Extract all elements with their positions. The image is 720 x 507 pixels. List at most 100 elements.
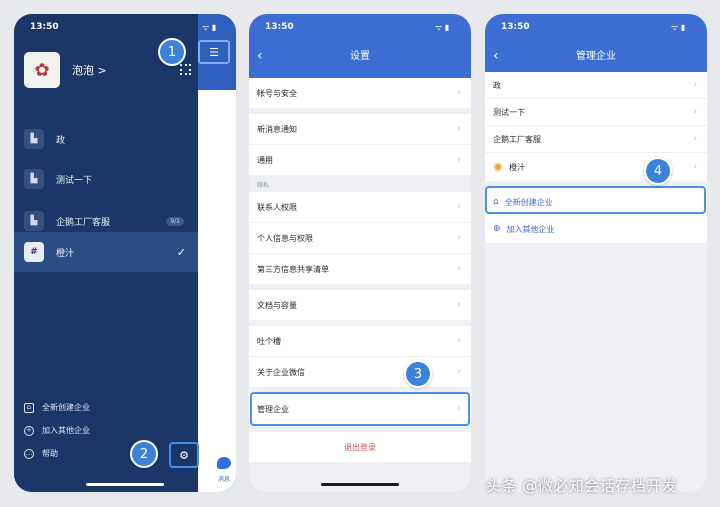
chevron-right-icon: › bbox=[693, 134, 697, 144]
highlight-manage-org bbox=[250, 392, 470, 426]
settings-row-personal-info[interactable]: 个人信息与权限 › bbox=[249, 223, 471, 253]
step-badge-1: 1 bbox=[158, 38, 186, 66]
unread-badge: 9/1 bbox=[166, 216, 184, 226]
org-item-test[interactable]: ▙ 测试一下 bbox=[14, 160, 198, 198]
help-link[interactable]: … 帮助 bbox=[24, 448, 58, 459]
org-label: 测试一下 bbox=[56, 175, 93, 186]
settings-row-about[interactable]: 关于企业微信 › bbox=[249, 357, 471, 387]
chevron-right-icon: › bbox=[693, 107, 697, 117]
watermark: 头条 @微必知会话存档开发 bbox=[486, 477, 678, 495]
chevron-right-icon: › bbox=[457, 155, 461, 165]
signal-icons: ᯤ ▮ bbox=[435, 23, 450, 32]
profile-header[interactable]: ✿ 泡泡 > bbox=[24, 52, 107, 88]
chevron-right-icon: › bbox=[457, 88, 461, 98]
row-label: 帐号与安全 bbox=[257, 88, 297, 98]
step-badge-2: 2 bbox=[130, 440, 158, 468]
join-org-link[interactable]: + 加入其他企业 bbox=[24, 425, 90, 436]
chevron-right-icon: › bbox=[457, 202, 461, 212]
row-label: 吐个槽 bbox=[257, 336, 281, 346]
help-label: 帮助 bbox=[42, 449, 58, 458]
row-label: 新消息通知 bbox=[257, 124, 297, 134]
status-time: 13:50 bbox=[265, 22, 294, 32]
settings-row-storage[interactable]: 文档与容量 › bbox=[249, 290, 471, 320]
row-label: 测试一下 bbox=[493, 107, 525, 117]
row-label: 关于企业微信 bbox=[257, 367, 305, 377]
join-org-label: 加入其他企业 bbox=[42, 426, 90, 435]
chevron-right-icon: › bbox=[457, 367, 461, 377]
chevron-right-icon: › bbox=[457, 233, 461, 243]
org-item-zheng[interactable]: ▙ 政 bbox=[14, 120, 198, 158]
menu-toggle-button[interactable]: ☰ bbox=[198, 40, 230, 64]
qr-code-icon[interactable] bbox=[180, 64, 191, 75]
flower-icon: ✿ bbox=[34, 59, 50, 81]
logout-label: 退出登录 bbox=[344, 442, 376, 452]
signal-icons: ᯤ ▮ bbox=[671, 23, 686, 32]
home-indicator bbox=[321, 483, 399, 486]
create-org-label: 全新创建企业 bbox=[42, 403, 90, 412]
row-label: 联系人权限 bbox=[257, 202, 297, 212]
chevron-right-icon: › bbox=[457, 264, 461, 274]
hash-icon: # bbox=[24, 242, 44, 262]
gear-icon: ⚙ bbox=[179, 448, 189, 462]
settings-row-third-party[interactable]: 第三方信息共享清单 › bbox=[249, 254, 471, 284]
menu-icon: ☰ bbox=[209, 45, 219, 59]
page-title: 设置 bbox=[350, 51, 370, 62]
settings-screen: 13:50 ᯤ ▮ ‹ 设置 帐号与安全 › 新消息通知 › 通用 › 隐私 联系人权… bbox=[249, 14, 471, 492]
manage-org-screen: 13:50 ᯤ ▮ ‹ 管理企业 政 › 测试一下 › 企鹅工厂客服 › 橙汁 › ⌂ 全… bbox=[485, 14, 707, 492]
chevron-right-icon: › bbox=[457, 336, 461, 346]
row-label: 政 bbox=[493, 80, 501, 90]
row-label: 橙汁 bbox=[509, 162, 525, 172]
org-label: 政 bbox=[56, 135, 66, 146]
plus-circle-icon: ⊕ bbox=[493, 224, 501, 234]
chevron-right-icon: › bbox=[457, 124, 461, 134]
chevron-right-icon: › bbox=[693, 162, 697, 172]
settings-row-contact-permission[interactable]: 联系人权限 › bbox=[249, 192, 471, 222]
main-screen-strip bbox=[198, 14, 236, 492]
org-row-test[interactable]: 测试一下 › bbox=[485, 99, 707, 125]
org-label: 企鹅工厂客服 bbox=[56, 217, 111, 228]
chevron-right-icon: › bbox=[457, 300, 461, 310]
building-icon: ▙ bbox=[24, 169, 44, 189]
create-org-link[interactable]: ⌂ 全新创建企业 bbox=[24, 402, 90, 413]
status-time: 13:50 bbox=[30, 22, 59, 32]
highlight-create-org bbox=[485, 186, 706, 214]
settings-row-account[interactable]: 帐号与安全 › bbox=[249, 78, 471, 108]
join-org-label: 加入其他企业 bbox=[506, 224, 555, 234]
org-item-orange-juice[interactable]: # 橙汁 ✓ bbox=[14, 232, 198, 272]
chat-bubble-icon[interactable] bbox=[217, 457, 231, 469]
logout-button[interactable]: 退出登录 bbox=[249, 432, 471, 462]
settings-row-feedback[interactable]: 吐个槽 › bbox=[249, 326, 471, 356]
drawer-screen: 13:50 ᯤ ▮ ✿ 泡泡 > ▙ 政 ▙ 测试一下 ▙ 企鹅工厂客服 9/1… bbox=[14, 14, 236, 492]
page-title: 管理企业 bbox=[576, 51, 616, 62]
org-logo-icon bbox=[493, 162, 503, 172]
step-badge-3: 3 bbox=[404, 360, 432, 388]
help-icon: … bbox=[24, 448, 34, 459]
settings-gear-button[interactable]: ⚙ bbox=[169, 442, 199, 468]
building-icon: ▙ bbox=[24, 211, 44, 231]
join-org-button[interactable]: ⊕ 加入其他企业 bbox=[485, 215, 707, 243]
org-row-zheng[interactable]: 政 › bbox=[485, 72, 707, 98]
messages-tab-label: 消息 bbox=[217, 476, 230, 483]
row-label: 文档与容量 bbox=[257, 300, 297, 310]
section-label-privacy: 隐私 bbox=[257, 182, 270, 189]
check-icon: ✓ bbox=[176, 245, 186, 259]
plus-circle-icon: + bbox=[24, 425, 34, 436]
chevron-right-icon: › bbox=[693, 80, 697, 90]
building-icon: ▙ bbox=[24, 129, 44, 149]
org-row-orange-juice[interactable]: 橙汁 › bbox=[485, 153, 707, 181]
row-label: 企鹅工厂客服 bbox=[493, 134, 541, 144]
home-indicator bbox=[86, 483, 164, 486]
status-time: 13:50 bbox=[501, 22, 530, 32]
row-label: 通用 bbox=[257, 155, 273, 165]
settings-row-notifications[interactable]: 新消息通知 › bbox=[249, 114, 471, 144]
home-icon: ⌂ bbox=[24, 402, 34, 413]
org-row-penguin[interactable]: 企鹅工厂客服 › bbox=[485, 126, 707, 152]
profile-name: 泡泡 > bbox=[72, 64, 107, 77]
row-label: 第三方信息共享清单 bbox=[257, 264, 329, 274]
step-badge-4: 4 bbox=[644, 157, 672, 185]
signal-icons: ᯤ ▮ bbox=[202, 23, 217, 32]
avatar: ✿ bbox=[24, 52, 60, 88]
row-label: 个人信息与权限 bbox=[257, 233, 313, 243]
org-label: 橙汁 bbox=[56, 248, 75, 259]
settings-row-general[interactable]: 通用 › bbox=[249, 145, 471, 175]
